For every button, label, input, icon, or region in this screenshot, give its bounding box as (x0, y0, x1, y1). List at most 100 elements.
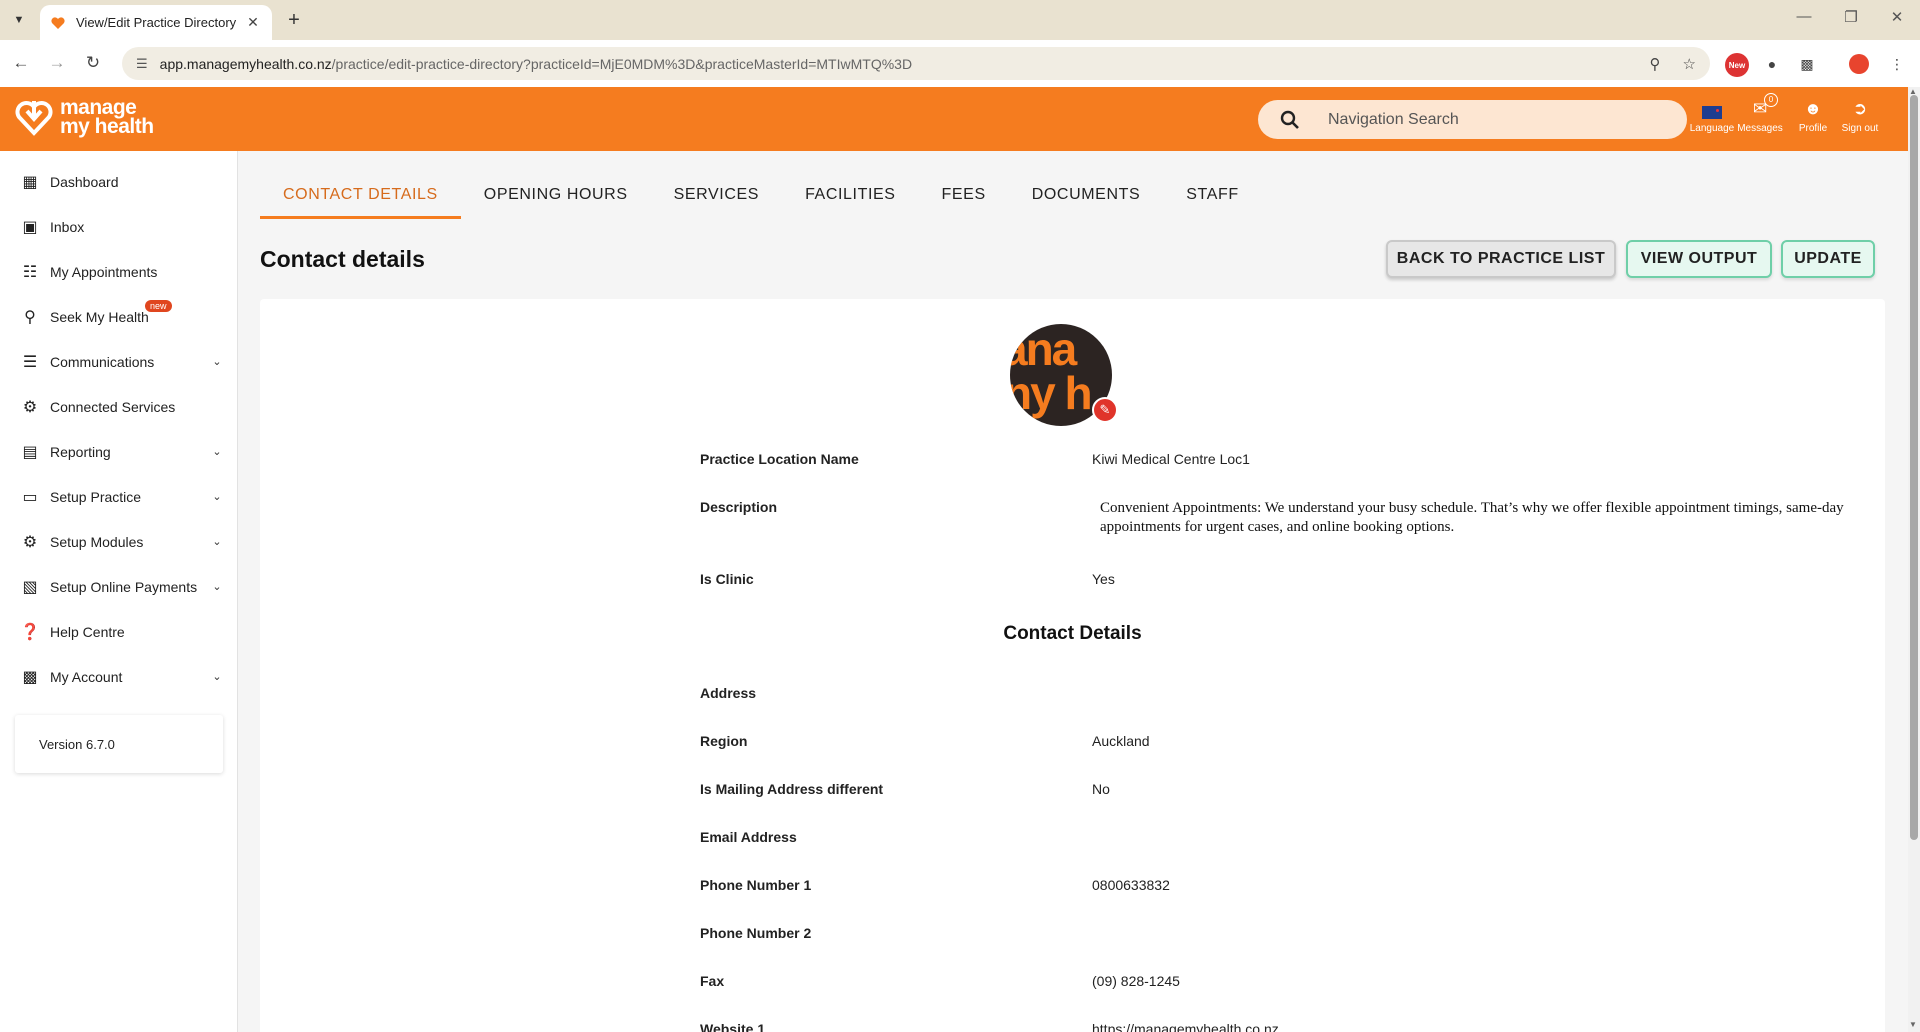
tab-opening-hours[interactable]: OPENING HOURS (461, 179, 651, 219)
update-button[interactable]: UPDATE (1781, 240, 1875, 278)
messages-label: Messages (1737, 123, 1783, 134)
field-label-phone-number-2: Phone Number 2 (700, 925, 812, 941)
wallet-icon: ▧ (22, 578, 38, 596)
user-gear-icon: ⚙ (22, 533, 38, 551)
field-label-mailing-address-different: Is Mailing Address different (700, 781, 884, 797)
sidebar-item-label: Setup Online Payments (50, 578, 198, 595)
field-label-region: Region (700, 733, 748, 749)
sidebar-item-communications[interactable]: ☰ Communications ⌄ (0, 339, 237, 384)
chevron-down-icon: ⌄ (212, 581, 222, 593)
communications-list-icon: ☰ (22, 353, 38, 371)
field-value-practice-location-name: Kiwi Medical Centre Loc1 (1092, 451, 1250, 467)
chevron-down-icon: ⌄ (212, 491, 222, 503)
sidebar-item-label: Inbox (50, 218, 85, 235)
messages-button[interactable]: ✉ 0 Messages (1734, 93, 1786, 134)
scroll-down-arrow-icon[interactable]: ▼ (1909, 1020, 1917, 1029)
view-output-button[interactable]: VIEW OUTPUT (1626, 240, 1772, 278)
window-restore-icon[interactable]: ❐ (1836, 8, 1866, 26)
tab-search-chevron-icon[interactable]: ▼ (8, 9, 30, 31)
field-label-website-1: Website 1 (700, 1021, 766, 1032)
tab-fees[interactable]: FEES (919, 179, 1009, 219)
user-gear-icon: ⚙ (22, 398, 38, 416)
browser-menu-icon[interactable]: ⋮ (1885, 52, 1909, 76)
field-value-fax: (09) 828-1245 (1092, 973, 1180, 989)
edit-pencil-icon[interactable]: ✎ (1092, 397, 1118, 423)
search-icon (1280, 110, 1299, 129)
reload-icon[interactable]: ↻ (81, 51, 105, 75)
calendar-plus-icon: ☷ (22, 263, 38, 281)
sidebar: ▦ Dashboard ▣ Inbox ☷ My Appointments ⚲ … (0, 151, 238, 1032)
main-content: CONTACT DETAILS OPENING HOURS SERVICES F… (238, 151, 1908, 1032)
url-host: app.managemyhealth.co.nz (159, 55, 332, 72)
logo-heart-icon (15, 101, 53, 136)
language-label: Language (1689, 123, 1735, 134)
language-button[interactable]: Language (1686, 97, 1738, 134)
sidebar-item-setup-modules[interactable]: ⚙ Setup Modules ⌄ (0, 519, 237, 564)
contact-details-card: ana ny h ✎ Practice Location Name Kiwi M… (260, 299, 1885, 1032)
chevron-down-icon: ⌄ (212, 356, 222, 368)
tab-facilities[interactable]: FACILITIES (782, 179, 918, 219)
new-tab-plus-icon[interactable]: + (282, 8, 306, 32)
sidebar-item-seek-my-health[interactable]: ⚲ Seek My Health new (0, 294, 237, 339)
chevron-down-icon: ⌄ (212, 446, 222, 458)
sidebar-item-inbox[interactable]: ▣ Inbox (0, 204, 237, 249)
tab-contact-details[interactable]: CONTACT DETAILS (260, 179, 461, 219)
sidebar-item-connected-services[interactable]: ⚙ Connected Services (0, 384, 237, 429)
sidebar-item-my-appointments[interactable]: ☷ My Appointments (0, 249, 237, 294)
sidebar-item-label: Communications (50, 353, 155, 370)
tab-documents[interactable]: DOCUMENTS (1009, 179, 1164, 219)
location-search-icon: ⚲ (24, 308, 36, 326)
sidebar-item-reporting[interactable]: ▤ Reporting ⌄ (0, 429, 237, 474)
password-key-icon[interactable]: ⚲ (1650, 55, 1661, 73)
field-value-website-1[interactable]: https://managemyhealth.co.nz (1092, 1021, 1279, 1032)
site-info-icon[interactable]: ☰ (136, 56, 148, 72)
user-icon: ☻ (1804, 99, 1822, 118)
page-title: Contact details (260, 246, 425, 272)
extension-new-icon[interactable]: New (1725, 53, 1749, 77)
sidebar-item-setup-online-payments[interactable]: ▧ Setup Online Payments ⌄ (0, 564, 237, 609)
extension-disc-icon[interactable]: ● (1760, 52, 1784, 76)
account-icon: ▩ (22, 668, 38, 686)
page-scrollbar[interactable]: ▲ ▼ (1908, 87, 1920, 1032)
bookmark-star-icon[interactable]: ☆ (1683, 55, 1696, 73)
browser-tab-active[interactable]: View/Edit Practice Directory ✕ (40, 5, 272, 40)
scrollbar-thumb[interactable] (1910, 95, 1918, 840)
sidebar-item-label: Reporting (50, 443, 111, 460)
sign-out-button[interactable]: ➲ Sign out (1834, 97, 1886, 134)
profile-avatar-icon[interactable] (1849, 54, 1869, 74)
navigation-search-input[interactable] (1328, 110, 1668, 129)
dashboard-grid-icon: ▦ (22, 173, 38, 191)
window-minimize-icon[interactable]: — (1789, 8, 1819, 25)
sidebar-item-label: My Appointments (50, 263, 158, 280)
tab-close-icon[interactable]: ✕ (244, 14, 262, 31)
sidebar-item-label: Help Centre (50, 623, 125, 640)
back-arrow-icon[interactable]: ← (9, 51, 33, 75)
sign-out-icon: ➲ (1852, 99, 1868, 118)
back-to-practice-list-button[interactable]: BACK TO PRACTICE LIST (1386, 240, 1616, 278)
chevron-down-icon: ⌄ (212, 671, 222, 683)
logo-text: manage my health (60, 97, 154, 138)
forward-arrow-icon[interactable]: → (45, 51, 69, 75)
app-logo[interactable]: manage my health (14, 97, 154, 137)
tab-services[interactable]: SERVICES (651, 179, 782, 219)
sidebar-item-help-centre[interactable]: ❓ Help Centre (0, 609, 237, 654)
sidebar-item-setup-practice[interactable]: ▭ Setup Practice ⌄ (0, 474, 237, 519)
browser-toolbar: ← → ↻ ☰ app.managemyhealth.co.nz/practic… (0, 40, 1920, 87)
help-question-icon: ❓ (20, 623, 40, 641)
navigation-search[interactable] (1258, 100, 1687, 139)
favicon-heart-icon (51, 16, 65, 29)
tab-staff[interactable]: STAFF (1163, 179, 1261, 219)
sidebar-item-my-account[interactable]: ▩ My Account ⌄ (0, 654, 237, 699)
logo-line-2: my health (60, 115, 154, 138)
version-label: Version 6.7.0 (39, 736, 115, 752)
field-label-phone-number-1: Phone Number 1 (700, 877, 812, 893)
extensions-puzzle-icon[interactable]: ▩ (1795, 52, 1819, 76)
address-bar[interactable]: ☰ app.managemyhealth.co.nz/practice/edit… (122, 47, 1710, 80)
window-close-icon[interactable]: ✕ (1882, 8, 1912, 26)
messages-count-badge: 0 (1764, 93, 1778, 107)
profile-button[interactable]: ☻ Profile (1787, 97, 1839, 134)
sidebar-item-label: Setup Modules (50, 533, 144, 550)
extension-new-label: New (1728, 60, 1746, 70)
sidebar-item-dashboard[interactable]: ▦ Dashboard (0, 159, 237, 204)
url-path: /practice/edit-practice-directory?practi… (331, 55, 913, 72)
